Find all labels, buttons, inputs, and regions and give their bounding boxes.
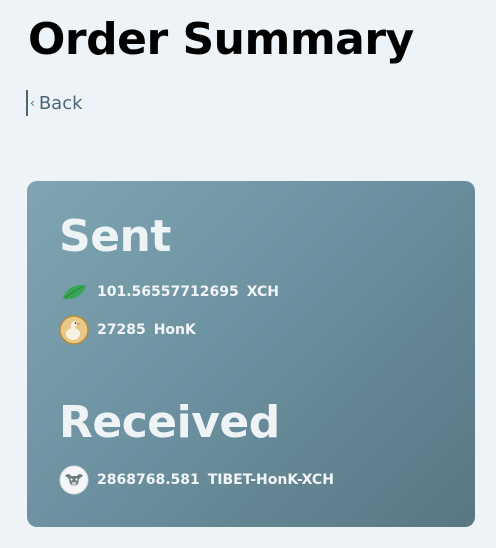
sent-item-xch: 101.56557712695 XCH <box>59 277 279 307</box>
chevron-left-icon: ‹ <box>30 96 35 110</box>
text-cursor <box>26 90 28 116</box>
sent-amount: 101.56557712695 <box>97 284 239 300</box>
sent-item-honk: 27285 HonK <box>59 315 196 345</box>
tibet-lp-icon <box>59 465 89 495</box>
back-button[interactable]: ‹ Back <box>26 90 83 116</box>
back-label: Back <box>38 92 83 114</box>
sent-unit: XCH <box>246 284 279 300</box>
chia-leaf-icon <box>59 277 89 307</box>
received-amount: 2868768.581 <box>97 472 200 488</box>
received-item-tibet: 2868768.581 TIBET-HonK-XCH <box>59 465 334 495</box>
order-summary-card: Sent 101.56557712695 XCH 27285 HonK Rece… <box>27 181 475 527</box>
honk-goose-icon <box>59 315 89 345</box>
received-heading: Received <box>59 397 280 448</box>
sent-heading: Sent <box>59 211 171 262</box>
sent-unit: HonK <box>153 322 196 338</box>
received-unit: TIBET-HonK-XCH <box>207 472 334 488</box>
sent-amount: 27285 <box>97 322 146 338</box>
page-title: Order Summary <box>28 14 414 65</box>
